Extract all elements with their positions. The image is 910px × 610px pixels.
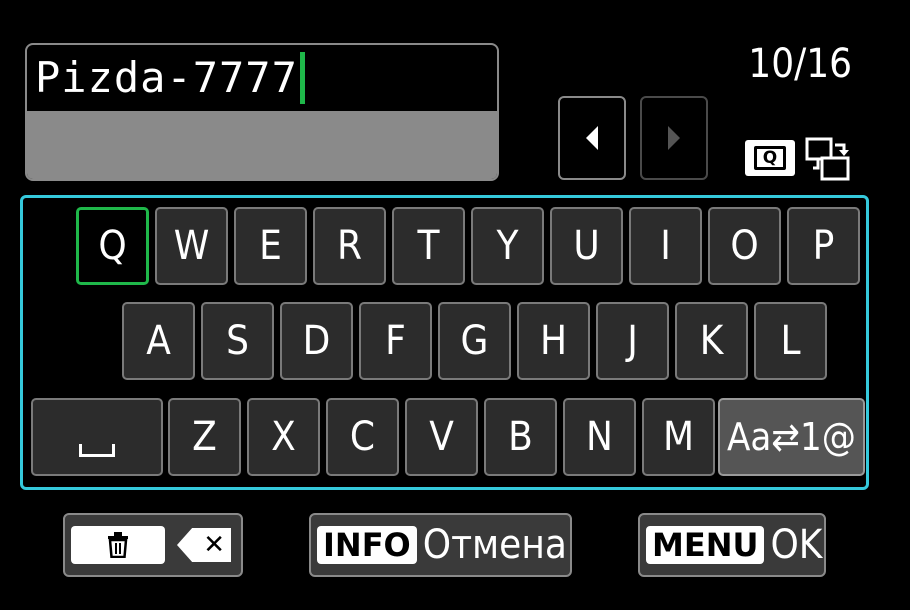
quick-control-icon[interactable]: Q — [745, 140, 795, 176]
backspace-x-glyph: ✕ — [203, 530, 225, 560]
key-i[interactable]: I — [629, 207, 702, 285]
character-counter: 10/16 — [748, 41, 852, 87]
key-d[interactable]: D — [280, 302, 353, 380]
text-cursor — [299, 52, 305, 104]
key-u[interactable]: U — [550, 207, 623, 285]
key-z[interactable]: Z — [168, 398, 241, 476]
key-r[interactable]: R — [313, 207, 386, 285]
key-q[interactable]: Q — [76, 207, 149, 285]
key-g[interactable]: G — [438, 302, 511, 380]
key-j[interactable]: J — [596, 302, 669, 380]
key-y[interactable]: Y — [471, 207, 544, 285]
key-h[interactable]: H — [517, 302, 590, 380]
ok-label: OK — [770, 522, 823, 568]
cursor-left-button[interactable] — [558, 96, 626, 180]
text-input-empty-line — [27, 111, 497, 179]
key-s[interactable]: S — [201, 302, 274, 380]
right-arrow-icon — [668, 126, 680, 150]
key-w[interactable]: W — [155, 207, 228, 285]
delete-button[interactable]: ✕ — [63, 513, 243, 577]
key-b[interactable]: B — [484, 398, 557, 476]
space-icon — [79, 443, 115, 457]
menu-key-label: MENU — [646, 526, 765, 564]
key-e[interactable]: E — [234, 207, 307, 285]
key-t[interactable]: T — [392, 207, 465, 285]
key-x[interactable]: X — [247, 398, 320, 476]
key-p[interactable]: P — [787, 207, 860, 285]
ok-button[interactable]: MENU OK — [638, 513, 826, 577]
quick-control-label: Q — [754, 146, 786, 170]
text-input-value: Pizda-7777 — [35, 53, 298, 102]
cancel-button[interactable]: INFO Отмена — [309, 513, 572, 577]
text-input-field[interactable]: Pizda-7777 — [25, 43, 499, 181]
key-k[interactable]: K — [675, 302, 748, 380]
backspace-icon: ✕ — [177, 528, 231, 562]
key-mode-switch[interactable]: Aa⇄1@ — [718, 398, 865, 476]
cancel-label: Отмена — [422, 522, 567, 568]
cursor-right-button[interactable] — [640, 96, 708, 180]
key-l[interactable]: L — [754, 302, 827, 380]
swap-area-icon[interactable] — [804, 136, 852, 182]
key-c[interactable]: C — [326, 398, 399, 476]
trash-icon — [108, 532, 128, 558]
key-n[interactable]: N — [563, 398, 636, 476]
key-v[interactable]: V — [405, 398, 478, 476]
key-o[interactable]: O — [708, 207, 781, 285]
key-f[interactable]: F — [359, 302, 432, 380]
on-screen-keyboard: Q W E R T Y U I O P A S D F G H J K L Z … — [20, 195, 869, 490]
key-space[interactable] — [31, 398, 163, 476]
key-m[interactable]: M — [642, 398, 715, 476]
info-key-label: INFO — [317, 526, 417, 564]
trash-key-label — [71, 526, 165, 564]
key-a[interactable]: A — [122, 302, 195, 380]
left-arrow-icon — [586, 126, 598, 150]
text-input-line: Pizda-7777 — [27, 45, 497, 111]
